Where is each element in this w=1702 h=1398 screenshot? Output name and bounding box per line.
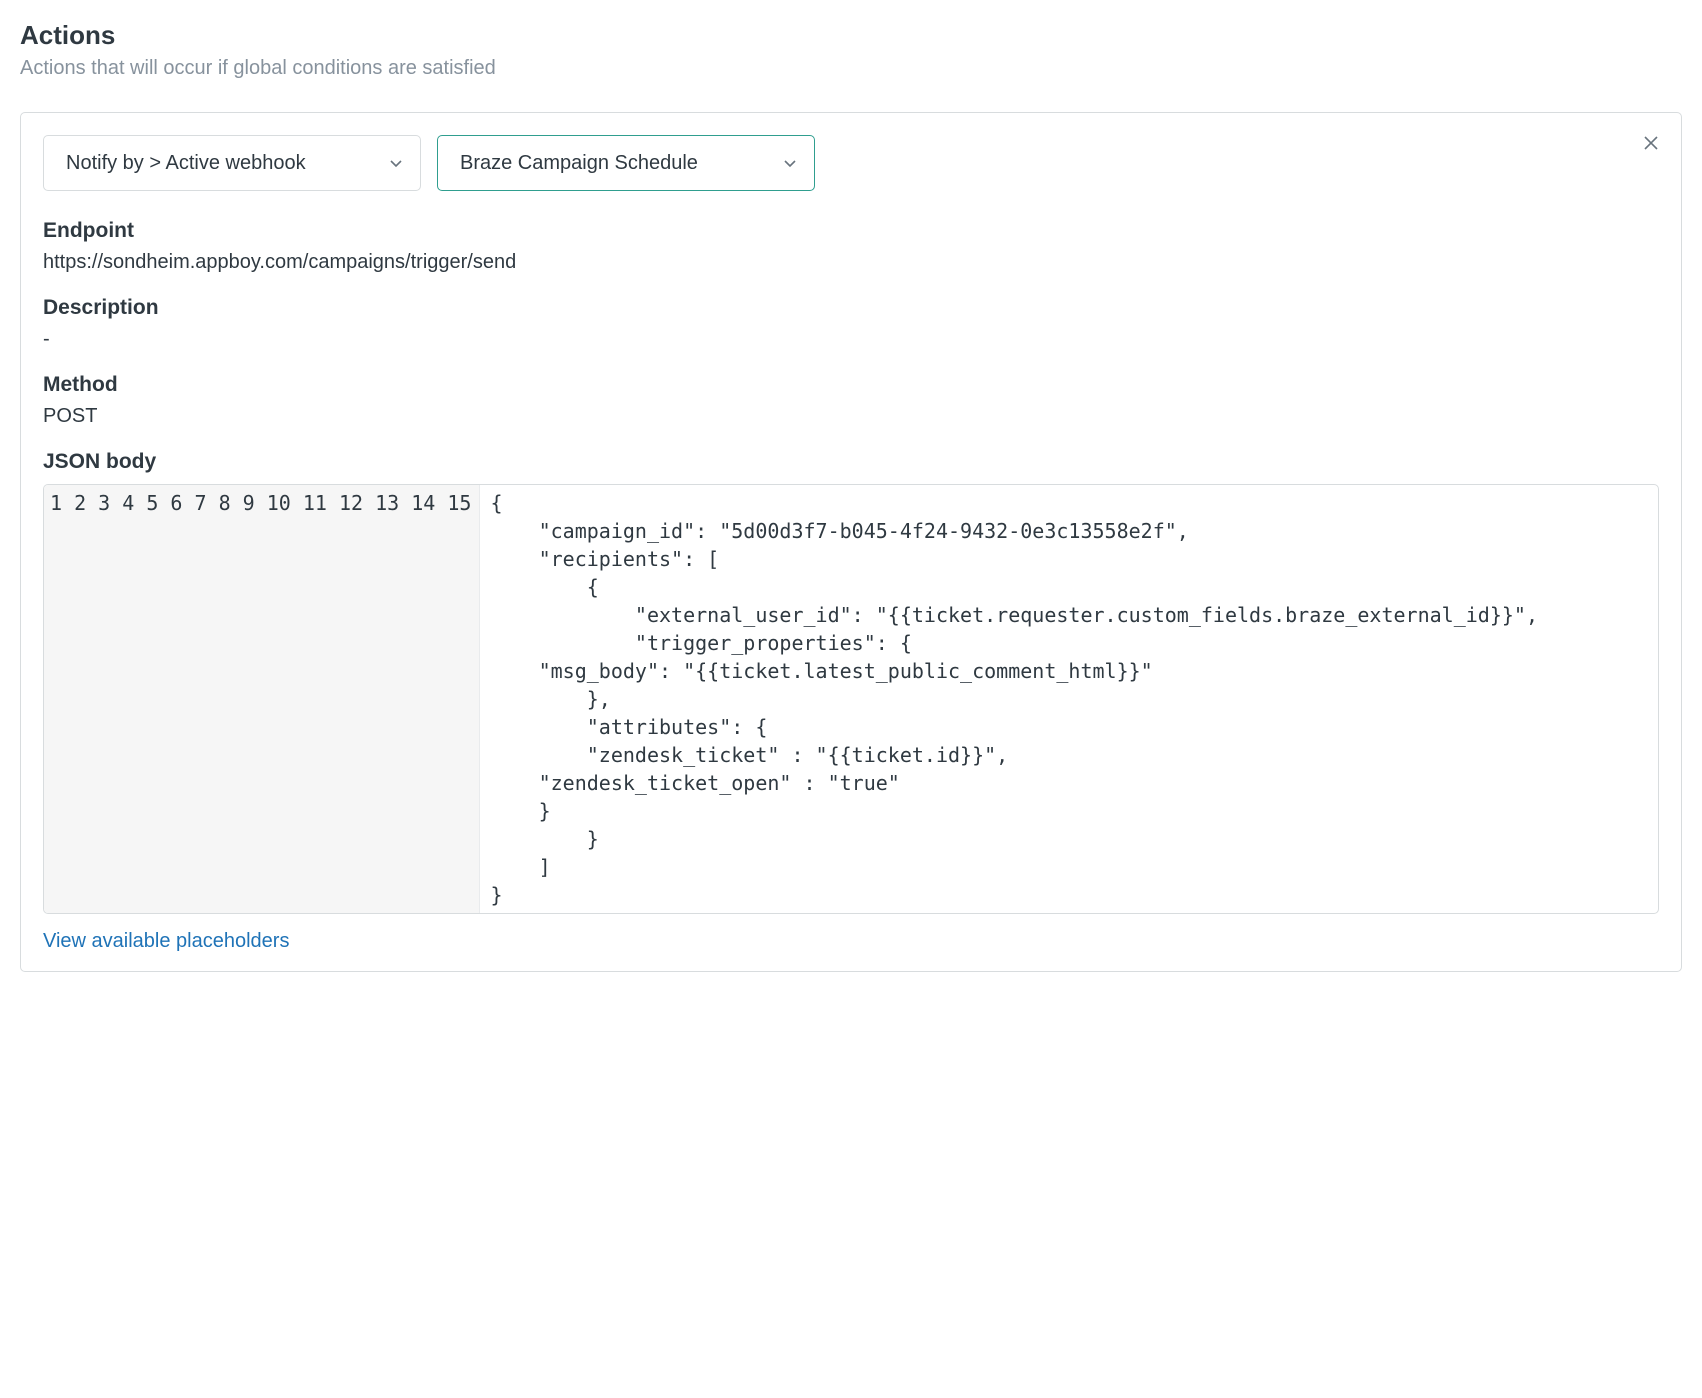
json-body-label: JSON body xyxy=(43,450,1659,474)
notify-by-select[interactable]: Notify by > Active webhook xyxy=(43,135,421,191)
webhook-select-label: Braze Campaign Schedule xyxy=(460,152,698,175)
json-body-field: JSON body 1 2 3 4 5 6 7 8 9 10 11 12 13 … xyxy=(43,450,1659,914)
page-title: Actions xyxy=(20,20,1682,51)
chevron-down-icon xyxy=(388,155,404,171)
description-field: Description - xyxy=(43,296,1659,351)
description-value: - xyxy=(43,328,1659,351)
action-card: Notify by > Active webhook Braze Campaig… xyxy=(20,112,1682,972)
page-subtitle: Actions that will occur if global condit… xyxy=(20,57,1682,80)
action-selects-row: Notify by > Active webhook Braze Campaig… xyxy=(43,135,1659,191)
endpoint-label: Endpoint xyxy=(43,219,1659,243)
endpoint-field: Endpoint https://sondheim.appboy.com/cam… xyxy=(43,219,1659,274)
actions-section: Actions Actions that will occur if globa… xyxy=(20,20,1682,972)
code-gutter: 1 2 3 4 5 6 7 8 9 10 11 12 13 14 15 xyxy=(44,485,480,913)
json-body-editor[interactable]: 1 2 3 4 5 6 7 8 9 10 11 12 13 14 15 { "c… xyxy=(43,484,1659,914)
remove-action-button[interactable] xyxy=(1639,131,1663,155)
code-content[interactable]: { "campaign_id": "5d00d3f7-b045-4f24-943… xyxy=(480,485,1658,913)
chevron-down-icon xyxy=(782,155,798,171)
notify-by-select-label: Notify by > Active webhook xyxy=(66,152,306,175)
description-label: Description xyxy=(43,296,1659,320)
close-icon xyxy=(1643,135,1659,151)
view-placeholders-link[interactable]: View available placeholders xyxy=(43,930,289,953)
method-field: Method POST xyxy=(43,373,1659,428)
method-value: POST xyxy=(43,405,1659,428)
webhook-select[interactable]: Braze Campaign Schedule xyxy=(437,135,815,191)
method-label: Method xyxy=(43,373,1659,397)
endpoint-value: https://sondheim.appboy.com/campaigns/tr… xyxy=(43,251,1659,274)
